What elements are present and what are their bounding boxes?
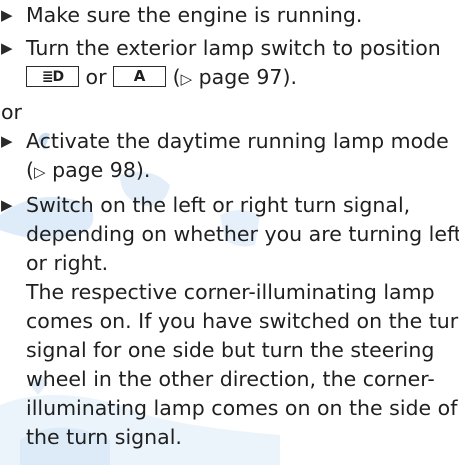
step-bullet-icon: ▶ (1, 196, 13, 214)
step-text: Make sure the engine is running. (26, 3, 363, 27)
page-reference: (▷ page 97). (172, 65, 297, 89)
result-line: comes on. If you have switched on the tu… (26, 309, 459, 333)
low-beam-switch-icon: ≣D (26, 65, 79, 87)
page-ref-arrow-icon: ▷ (34, 163, 46, 181)
step-daytime-running-lamp: ▶ Activate the daytime running lamp mode… (0, 127, 459, 187)
step-turn-signal: ▶ Switch on the left or right turn signa… (0, 191, 459, 278)
step-text: Turn the exterior lamp switch to positio… (26, 36, 441, 60)
page-ref-arrow-icon: ▷ (180, 70, 193, 88)
page-reference: (▷ page 98). (26, 158, 151, 182)
step-bullet-icon: ▶ (1, 39, 13, 57)
step-engine-running: ▶ Make sure the engine is running. (0, 1, 459, 30)
auto-lamp-switch-icon: A (113, 65, 167, 87)
step-text: depending on whether you are turning lef… (26, 222, 459, 246)
result-line: the turn signal. (26, 425, 182, 449)
result-line: The respective corner-illuminating lamp (26, 280, 435, 304)
result-line: signal for one side but turn the steerin… (26, 338, 435, 362)
result-description: The respective corner-illuminating lamp … (0, 278, 459, 452)
step-text: or right. (26, 251, 109, 275)
step-bullet-icon: ▶ (1, 6, 13, 24)
step-lamp-switch: ▶ Turn the exterior lamp switch to posit… (0, 34, 459, 94)
inline-or: or (85, 65, 107, 89)
result-line: illuminating lamp comes on on the side o… (26, 396, 458, 420)
step-bullet-icon: ▶ (1, 132, 13, 150)
manual-page: ▶ Make sure the engine is running. ▶ Tur… (0, 0, 459, 465)
instruction-content: ▶ Make sure the engine is running. ▶ Tur… (0, 0, 459, 452)
result-line: wheel in the other direction, the corner… (26, 367, 435, 391)
step-text: Activate the daytime running lamp mode (26, 129, 449, 153)
step-text-line2: ≣D or A (▷ page 97). (26, 63, 459, 94)
or-separator: or (1, 100, 22, 124)
step-text: Switch on the left or right turn signal, (26, 193, 411, 217)
